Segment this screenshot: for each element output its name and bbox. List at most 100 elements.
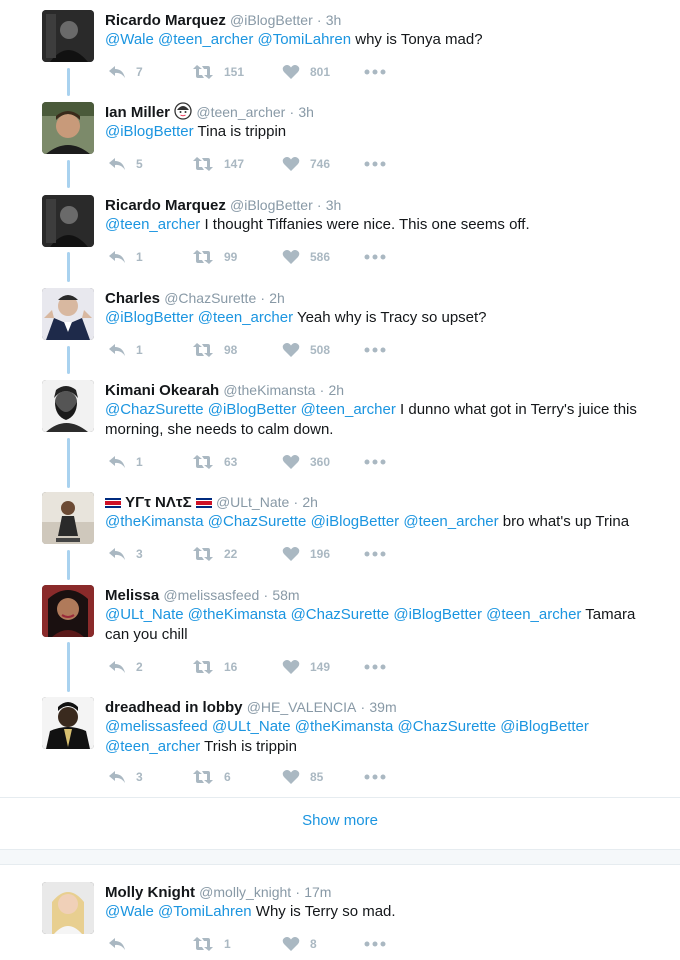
- mention-link[interactable]: @teen_archer: [301, 401, 396, 418]
- tweet[interactable]: Ian Miller @teen_archer · 3h @iBlogBette…: [0, 102, 680, 182]
- display-name[interactable]: Molly Knight: [105, 884, 195, 901]
- timestamp[interactable]: 39m: [369, 699, 396, 715]
- reply-button[interactable]: 1: [108, 340, 143, 360]
- mention-link[interactable]: @teen_archer: [158, 31, 253, 48]
- like-button[interactable]: 8: [282, 934, 317, 954]
- display-name[interactable]: Charles: [105, 290, 160, 307]
- mention-link[interactable]: @theKimansta: [295, 718, 394, 735]
- username[interactable]: @molly_knight: [199, 884, 291, 900]
- username[interactable]: @ChazSurette: [164, 290, 256, 306]
- mention-link[interactable]: @ChazSurette: [398, 718, 497, 735]
- retweet-button[interactable]: 63: [192, 452, 237, 472]
- mention-link[interactable]: @iBlogBetter: [105, 309, 194, 326]
- display-name[interactable]: ΥΓτ ΝΛτΣ: [125, 494, 191, 511]
- mention-link[interactable]: @teen_archer: [198, 309, 293, 326]
- like-button[interactable]: 149: [282, 657, 330, 677]
- tweet[interactable]: Ricardo Marquez @iBlogBetter · 3h @teen_…: [0, 195, 680, 275]
- mention-link[interactable]: @iBlogBetter: [105, 123, 194, 140]
- username[interactable]: @iBlogBetter: [230, 12, 313, 28]
- avatar[interactable]: [42, 10, 94, 62]
- timestamp[interactable]: 3h: [326, 197, 342, 213]
- like-button[interactable]: 508: [282, 340, 330, 360]
- mention-link[interactable]: @teen_archer: [105, 216, 200, 233]
- more-options-button[interactable]: [364, 62, 386, 82]
- retweet-button[interactable]: 1: [192, 934, 231, 954]
- avatar[interactable]: [42, 380, 94, 432]
- mention-link[interactable]: @teen_archer: [105, 738, 200, 755]
- display-name[interactable]: Kimani Okearah: [105, 382, 219, 399]
- like-button[interactable]: 360: [282, 452, 330, 472]
- timestamp[interactable]: 2h: [269, 290, 285, 306]
- tweet[interactable]: Charles @ChazSurette · 2h @iBlogBetter @…: [0, 288, 680, 368]
- username[interactable]: @ULt_Nate: [216, 494, 289, 510]
- reply-button[interactable]: 5: [108, 154, 143, 174]
- mention-link[interactable]: @ChazSurette: [291, 606, 390, 623]
- display-name[interactable]: Ricardo Marquez: [105, 12, 226, 29]
- mention-link[interactable]: @melissasfeed: [105, 718, 208, 735]
- retweet-button[interactable]: 99: [192, 247, 237, 267]
- avatar[interactable]: [42, 492, 94, 544]
- username[interactable]: @melissasfeed: [163, 587, 259, 603]
- display-name[interactable]: Ian Miller: [105, 104, 170, 121]
- timestamp[interactable]: 2h: [302, 494, 318, 510]
- avatar[interactable]: [42, 195, 94, 247]
- display-name[interactable]: Melissa: [105, 587, 159, 604]
- tweet[interactable]: ΥΓτ ΝΛτΣ @ULt_Nate · 2h @theKimansta @Ch…: [0, 492, 680, 572]
- more-options-button[interactable]: [364, 247, 386, 267]
- like-button[interactable]: 85: [282, 767, 323, 787]
- display-name[interactable]: dreadhead in lobby: [105, 699, 243, 716]
- more-options-button[interactable]: [364, 452, 386, 472]
- mention-link[interactable]: @iBlogBetter: [311, 513, 400, 530]
- username[interactable]: @HE_VALENCIA: [247, 699, 357, 715]
- reply-button[interactable]: 1: [108, 452, 143, 472]
- avatar[interactable]: [42, 288, 94, 340]
- username[interactable]: @teen_archer: [196, 104, 285, 120]
- display-name[interactable]: Ricardo Marquez: [105, 197, 226, 214]
- reply-button[interactable]: 3: [108, 767, 143, 787]
- tweet[interactable]: Molly Knight @molly_knight · 17m @Wale @…: [0, 882, 680, 957]
- like-button[interactable]: 196: [282, 544, 330, 564]
- username[interactable]: @iBlogBetter: [230, 197, 313, 213]
- mention-link[interactable]: @Wale: [105, 903, 154, 920]
- username[interactable]: @theKimansta: [223, 382, 315, 398]
- tweet[interactable]: Melissa @melissasfeed · 58m @ULt_Nate @t…: [0, 585, 680, 685]
- retweet-button[interactable]: 6: [192, 767, 231, 787]
- timestamp[interactable]: 2h: [328, 382, 344, 398]
- mention-link[interactable]: @ChazSurette: [105, 401, 204, 418]
- like-button[interactable]: 801: [282, 62, 330, 82]
- mention-link[interactable]: @iBlogBetter: [208, 401, 297, 418]
- retweet-button[interactable]: 98: [192, 340, 237, 360]
- reply-button[interactable]: 7: [108, 62, 143, 82]
- timestamp[interactable]: 17m: [304, 884, 331, 900]
- show-more-link[interactable]: Show more: [0, 812, 680, 834]
- tweet[interactable]: dreadhead in lobby @HE_VALENCIA · 39m @m…: [0, 697, 680, 797]
- mention-link[interactable]: @TomiLahren: [158, 903, 252, 920]
- reply-button[interactable]: 2: [108, 657, 143, 677]
- more-options-button[interactable]: [364, 340, 386, 360]
- more-options-button[interactable]: [364, 657, 386, 677]
- mention-link[interactable]: @iBlogBetter: [393, 606, 482, 623]
- like-button[interactable]: 586: [282, 247, 330, 267]
- retweet-button[interactable]: 147: [192, 154, 244, 174]
- avatar[interactable]: [42, 697, 94, 749]
- retweet-button[interactable]: 16: [192, 657, 237, 677]
- tweet[interactable]: Kimani Okearah @theKimansta · 2h @ChazSu…: [0, 380, 680, 480]
- mention-link[interactable]: @theKimansta: [105, 513, 204, 530]
- mention-link[interactable]: @TomiLahren: [257, 31, 351, 48]
- mention-link[interactable]: @teen_archer: [403, 513, 498, 530]
- timestamp[interactable]: 3h: [298, 104, 314, 120]
- mention-link[interactable]: @ULt_Nate: [105, 606, 184, 623]
- avatar[interactable]: [42, 102, 94, 154]
- avatar[interactable]: [42, 882, 94, 934]
- mention-link[interactable]: @theKimansta: [188, 606, 287, 623]
- more-options-button[interactable]: [364, 767, 386, 787]
- timestamp[interactable]: 3h: [326, 12, 342, 28]
- timestamp[interactable]: 58m: [272, 587, 299, 603]
- mention-link[interactable]: @Wale: [105, 31, 154, 48]
- more-options-button[interactable]: [364, 154, 386, 174]
- mention-link[interactable]: @iBlogBetter: [500, 718, 589, 735]
- mention-link[interactable]: @ULt_Nate: [212, 718, 291, 735]
- more-options-button[interactable]: [364, 544, 386, 564]
- reply-button[interactable]: [108, 934, 136, 954]
- tweet[interactable]: Ricardo Marquez @iBlogBetter · 3h @Wale …: [0, 10, 680, 90]
